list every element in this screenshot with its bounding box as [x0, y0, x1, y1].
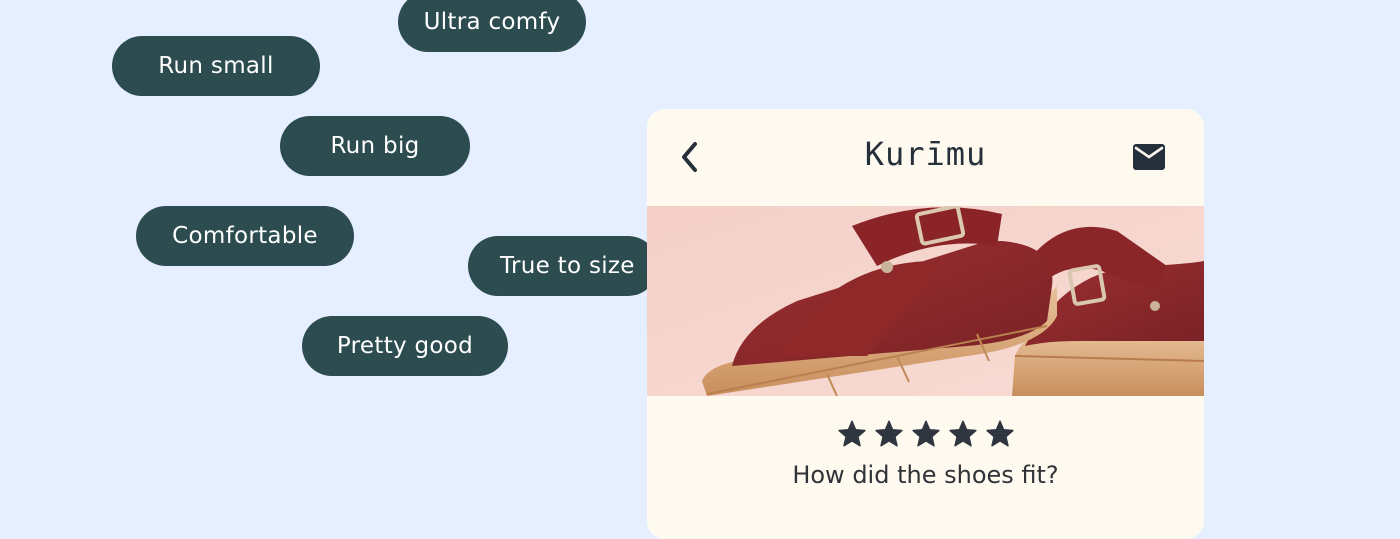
brand-logo: Kurīmu [864, 135, 987, 173]
star-icon[interactable] [985, 419, 1015, 449]
star-icon[interactable] [874, 419, 904, 449]
chip-ultra-comfy[interactable]: Ultra comfy [398, 0, 586, 52]
card-header: Kurīmu [647, 109, 1204, 206]
mail-icon [1133, 144, 1165, 170]
chip-pretty-good[interactable]: Pretty good [302, 316, 508, 376]
fit-question: How did the shoes fit? [792, 461, 1059, 489]
chip-run-small[interactable]: Run small [112, 36, 320, 96]
star-icon[interactable] [948, 419, 978, 449]
product-image [647, 206, 1204, 396]
star-icon[interactable] [837, 419, 867, 449]
chip-comfortable[interactable]: Comfortable [136, 206, 354, 266]
star-rating[interactable] [647, 419, 1204, 449]
star-icon[interactable] [911, 419, 941, 449]
chip-run-big[interactable]: Run big [280, 116, 470, 176]
chip-true-to-size[interactable]: True to size [468, 236, 658, 296]
mail-button[interactable] [1132, 142, 1166, 172]
review-card: Kurīmu How did the shoes fit? [647, 109, 1204, 539]
